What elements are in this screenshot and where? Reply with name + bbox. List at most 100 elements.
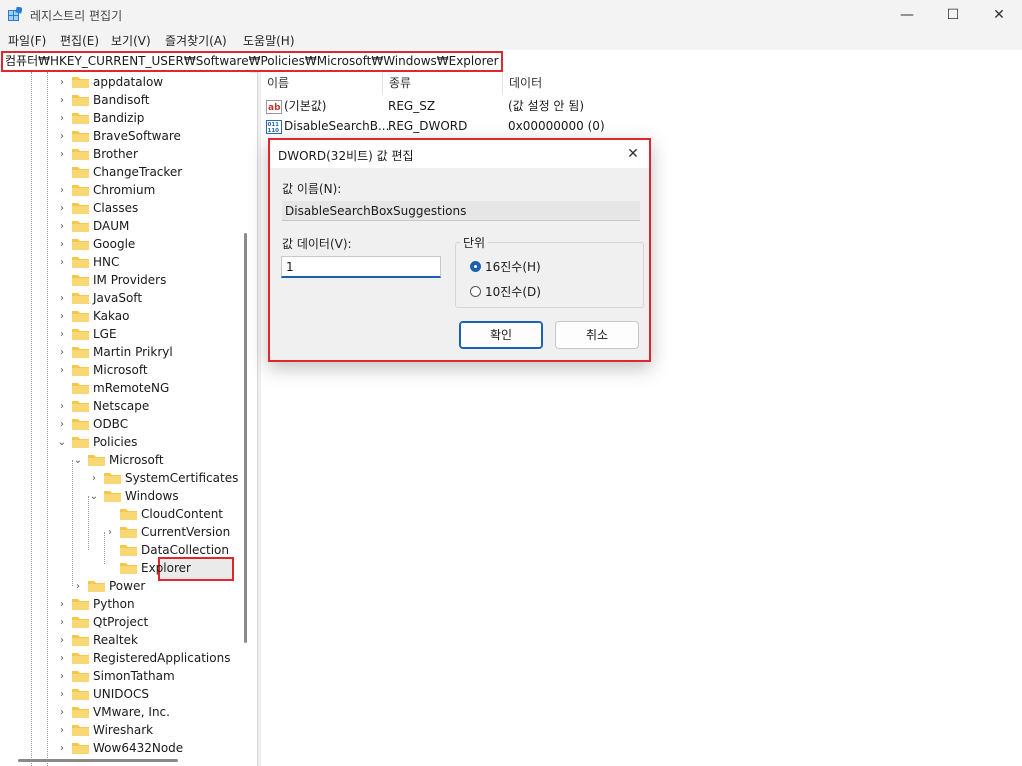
tree-item[interactable]: › ODBC: [56, 415, 128, 433]
chevron-right-icon[interactable]: ›: [56, 329, 68, 340]
chevron-right-icon[interactable]: ›: [56, 257, 68, 268]
folder-icon: [104, 473, 121, 484]
value-data-input[interactable]: 1: [281, 256, 441, 278]
tree-item-label: Bandizip: [93, 111, 145, 125]
tree-item[interactable]: › Netscape: [56, 397, 149, 415]
menu-edit[interactable]: 편집(E): [60, 32, 99, 49]
tree-item[interactable]: › SystemCertificates: [88, 469, 238, 487]
chevron-right-icon[interactable]: ›: [56, 707, 68, 718]
dialog-close-icon[interactable]: ✕: [623, 144, 643, 164]
address-path[interactable]: 컴퓨터₩HKEY_CURRENT_USER₩Software₩Policies₩…: [1, 51, 503, 72]
tree-item[interactable]: › Bandisoft: [56, 91, 149, 109]
tree-item[interactable]: › RegisteredApplications: [56, 649, 230, 667]
chevron-right-icon[interactable]: ›: [56, 77, 68, 88]
dword-value-icon: 011 110: [266, 119, 282, 134]
chevron-right-icon[interactable]: ›: [88, 473, 100, 484]
chevron-down-icon[interactable]: ⌄: [56, 437, 68, 448]
tree-item[interactable]: › Python: [56, 595, 135, 613]
column-header-data[interactable]: 데이터: [503, 72, 673, 94]
chevron-right-icon[interactable]: ›: [56, 599, 68, 610]
chevron-right-icon[interactable]: ›: [56, 671, 68, 682]
chevron-right-icon[interactable]: ›: [56, 113, 68, 124]
tree-item[interactable]: › BraveSoftware: [56, 127, 181, 145]
tree-item[interactable]: › appdatalow: [56, 73, 163, 91]
key-tree[interactable]: › appdatalow › Bandisoft › Bandizip › BraveSoft…: [0, 72, 250, 766]
address-bar[interactable]: 컴퓨터₩HKEY_CURRENT_USER₩Software₩Policies₩…: [0, 50, 1022, 73]
dec-radio[interactable]: 10진수(D): [470, 283, 541, 300]
tree-item[interactable]: CloudContent: [104, 505, 223, 523]
column-header-type[interactable]: 종류: [383, 72, 503, 94]
tree-horizontal-scrollbar[interactable]: [18, 759, 178, 762]
chevron-right-icon[interactable]: ›: [56, 635, 68, 646]
chevron-right-icon[interactable]: ›: [56, 149, 68, 160]
tree-item[interactable]: › Brother: [56, 145, 138, 163]
cancel-button[interactable]: 취소: [555, 321, 639, 349]
chevron-right-icon[interactable]: ›: [104, 527, 116, 538]
tree-item[interactable]: › CurrentVersion: [104, 523, 230, 541]
tree-item[interactable]: Explorer: [104, 559, 191, 577]
chevron-right-icon[interactable]: ›: [56, 419, 68, 430]
chevron-right-icon[interactable]: ›: [56, 365, 68, 376]
ok-button[interactable]: 확인: [459, 321, 543, 349]
chevron-down-icon[interactable]: ⌄: [72, 455, 84, 466]
tree-item[interactable]: › Bandizip: [56, 109, 144, 127]
chevron-right-icon[interactable]: ›: [56, 131, 68, 142]
tree-item-label: mRemoteNG: [93, 381, 170, 395]
chevron-right-icon[interactable]: ›: [56, 239, 68, 250]
chevron-down-icon[interactable]: ⌄: [88, 491, 100, 502]
value-row[interactable]: ab (기본값): [266, 96, 326, 116]
chevron-right-icon[interactable]: ›: [56, 221, 68, 232]
menu-view[interactable]: 보기(V): [111, 32, 151, 49]
tree-item[interactable]: › UNIDOCS: [56, 685, 149, 703]
hex-radio[interactable]: 16진수(H): [470, 258, 541, 275]
chevron-right-icon[interactable]: ›: [56, 653, 68, 664]
chevron-right-icon[interactable]: ›: [56, 743, 68, 754]
chevron-right-icon[interactable]: ›: [56, 185, 68, 196]
tree-item[interactable]: › Google: [56, 235, 135, 253]
tree-item[interactable]: › Microsoft: [56, 361, 148, 379]
chevron-right-icon[interactable]: ›: [56, 311, 68, 322]
tree-item[interactable]: › Power: [72, 577, 145, 595]
chevron-right-icon[interactable]: ›: [56, 293, 68, 304]
minimize-button[interactable]: —: [884, 0, 930, 30]
tree-item[interactable]: › LGE: [56, 325, 117, 343]
tree-item[interactable]: › Kakao: [56, 307, 129, 325]
tree-item[interactable]: › HNC: [56, 253, 119, 271]
menu-help[interactable]: 도움말(H): [243, 32, 295, 49]
folder-icon: [72, 635, 89, 646]
folder-icon: [72, 671, 89, 682]
maximize-button[interactable]: ☐: [930, 0, 976, 30]
menu-file[interactable]: 파일(F): [8, 32, 46, 49]
tree-item[interactable]: › Classes: [56, 199, 138, 217]
chevron-right-icon[interactable]: ›: [56, 347, 68, 358]
tree-item[interactable]: ⌄ Windows: [88, 487, 179, 505]
tree-item[interactable]: › QtProject: [56, 613, 148, 631]
tree-item[interactable]: ChangeTracker: [56, 163, 182, 181]
chevron-right-icon[interactable]: ›: [56, 203, 68, 214]
tree-item[interactable]: › SimonTatham: [56, 667, 175, 685]
close-button[interactable]: ✕: [976, 0, 1022, 30]
tree-item[interactable]: ⌄ Microsoft: [72, 451, 164, 469]
chevron-right-icon[interactable]: ›: [56, 401, 68, 412]
value-row[interactable]: 011 110 DisableSearchB...: [266, 116, 389, 136]
tree-item[interactable]: › DAUM: [56, 217, 129, 235]
tree-item[interactable]: › Realtek: [56, 631, 138, 649]
tree-item[interactable]: › Wow6432Node: [56, 739, 183, 757]
tree-vertical-scrollbar[interactable]: [244, 233, 247, 643]
column-header-name[interactable]: 이름: [261, 72, 383, 94]
folder-icon: [72, 725, 89, 736]
tree-item[interactable]: › Chromium: [56, 181, 155, 199]
chevron-right-icon[interactable]: ›: [56, 725, 68, 736]
chevron-right-icon[interactable]: ›: [72, 581, 84, 592]
tree-item[interactable]: › Wireshark: [56, 721, 153, 739]
chevron-right-icon[interactable]: ›: [56, 689, 68, 700]
tree-item[interactable]: › Martin Prikryl: [56, 343, 173, 361]
tree-item[interactable]: › VMware, Inc.: [56, 703, 170, 721]
tree-item[interactable]: IM Providers: [56, 271, 166, 289]
menu-favorites[interactable]: 즐겨찾기(A): [165, 32, 227, 49]
chevron-right-icon[interactable]: ›: [56, 95, 68, 106]
chevron-right-icon[interactable]: ›: [56, 617, 68, 628]
tree-item[interactable]: ⌄ Policies: [56, 433, 138, 451]
tree-item[interactable]: › JavaSoft: [56, 289, 142, 307]
tree-item[interactable]: mRemoteNG: [56, 379, 169, 397]
